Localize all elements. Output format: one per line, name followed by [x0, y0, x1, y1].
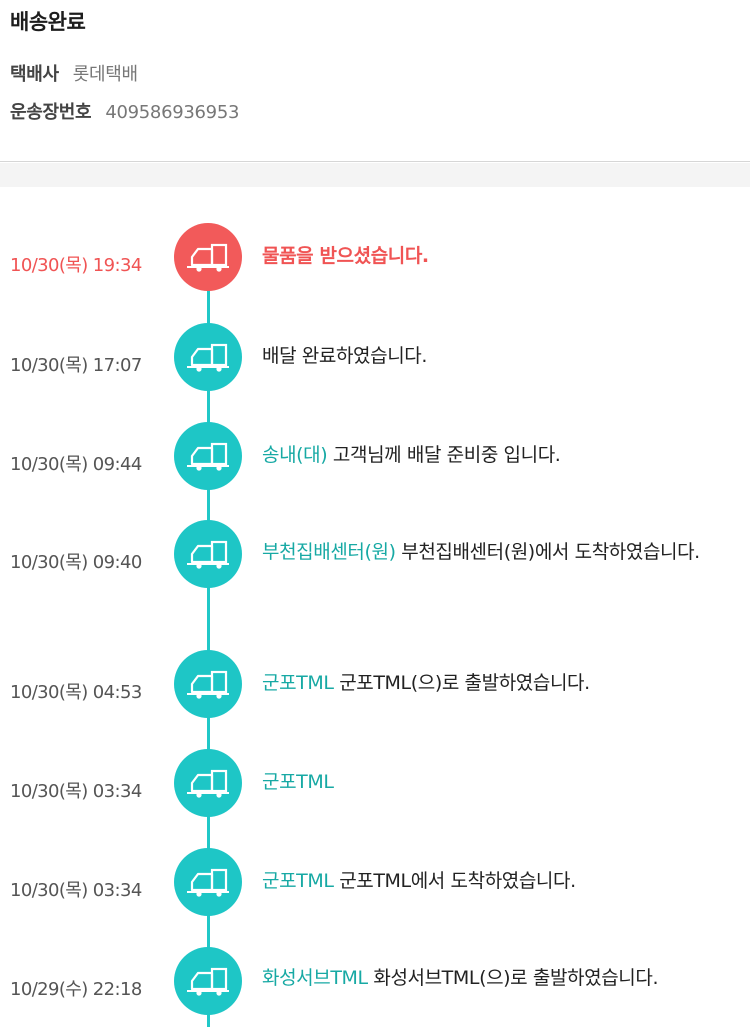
event-message: 배달 완료하였습니다. — [262, 345, 427, 367]
section-divider — [0, 163, 750, 187]
event-location: 송내(대) — [262, 444, 328, 466]
event-time: 10/29(수) 22:18 — [10, 979, 142, 1000]
delivery-truck-icon — [174, 848, 242, 916]
delivery-truck-icon — [174, 650, 242, 718]
event-location: 부천집배센터(원) — [262, 541, 396, 563]
event-message: 고객님께 배달 준비중 입니다. — [332, 444, 561, 466]
delivery-info-header: 배송완료 택배사 롯데택배 운송장번호 409586936953 — [0, 0, 750, 162]
event-description: 군포TML 군포TML에서 도착하였습니다. — [262, 868, 740, 895]
delivery-status-title: 배송완료 — [10, 10, 86, 34]
event-description: 군포TML — [262, 769, 740, 796]
tracking-number-row: 운송장번호 409586936953 — [10, 98, 239, 124]
carrier-row: 택배사 롯데택배 — [10, 60, 138, 86]
event-location: 군포TML — [262, 870, 334, 892]
event-message: 화성서브TML(으)로 출발하였습니다. — [373, 967, 659, 989]
event-description: 화성서브TML 화성서브TML(으)로 출발하였습니다. — [262, 965, 740, 992]
delivery-truck-icon — [174, 520, 242, 588]
event-message: 군포TML에서 도착하였습니다. — [339, 870, 576, 892]
delivery-truck-icon — [174, 749, 242, 817]
delivery-truck-icon — [174, 947, 242, 1015]
event-time: 10/30(목) 09:40 — [10, 552, 142, 573]
carrier-value: 롯데택배 — [72, 64, 138, 85]
delivery-truck-icon — [174, 223, 242, 291]
event-message: 부천집배센터(원)에서 도착하였습니다. — [401, 541, 700, 563]
event-description: 물품을 받으셨습니다. — [262, 243, 740, 270]
event-location: 화성서브TML — [262, 967, 368, 989]
event-time: 10/30(목) 04:53 — [10, 682, 142, 703]
event-message: 물품을 받으셨습니다. — [262, 245, 429, 267]
event-time: 10/30(목) 09:44 — [10, 454, 142, 475]
event-time: 10/30(목) 03:34 — [10, 880, 142, 901]
event-message: 군포TML(으)로 출발하였습니다. — [339, 672, 590, 694]
event-time: 10/30(목) 19:34 — [10, 255, 142, 276]
event-time: 10/30(목) 17:07 — [10, 355, 142, 376]
carrier-label: 택배사 — [10, 64, 59, 85]
event-time: 10/30(목) 03:34 — [10, 781, 142, 802]
tracking-timeline: 10/30(목) 19:34 물품을 받으셨습니다. 10/30(목) 17:0… — [0, 187, 750, 1027]
event-location: 군포TML — [262, 672, 334, 694]
event-description: 군포TML 군포TML(으)로 출발하였습니다. — [262, 670, 740, 697]
event-location: 군포TML — [262, 771, 334, 793]
event-description: 송내(대) 고객님께 배달 준비중 입니다. — [262, 442, 740, 469]
event-description: 부천집배센터(원) 부천집배센터(원)에서 도착하였습니다. — [262, 539, 740, 566]
tracking-number-value: 409586936953 — [105, 102, 240, 123]
tracking-number-label: 운송장번호 — [10, 102, 92, 123]
event-description: 배달 완료하였습니다. — [262, 343, 740, 370]
delivery-truck-icon — [174, 422, 242, 490]
delivery-truck-icon — [174, 323, 242, 391]
